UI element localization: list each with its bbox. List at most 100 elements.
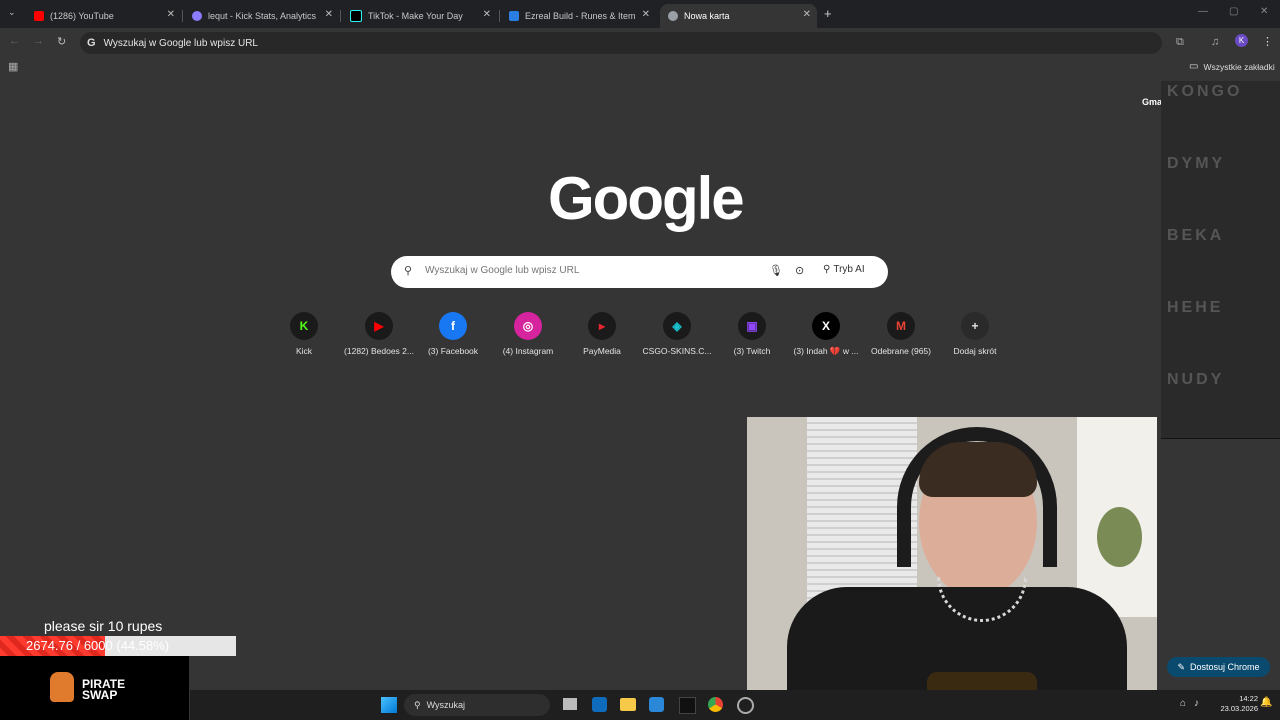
search-box: ⚲ 🎙 ⊙ ⚲ Tryb AI — [391, 256, 888, 288]
meme-caption: BEKA — [1167, 227, 1225, 244]
donation-progress-bar: 2674.76 / 6000 (44.58%) — [0, 636, 236, 656]
all-bookmarks-label: Wszystkie zakładki — [1203, 61, 1275, 72]
shortcut-label: (4) Instagram — [502, 346, 554, 356]
gmail-icon: M — [887, 312, 915, 340]
file-explorer-icon[interactable] — [620, 698, 636, 711]
browser-toolbar: ← → ↻ G Wyszukaj w Google lub wpisz URL … — [0, 28, 1280, 58]
tab-separator — [340, 10, 341, 22]
microphone-icon[interactable]: 🎙 — [769, 264, 783, 277]
profile-avatar[interactable]: K — [1235, 34, 1248, 47]
webcam-feed — [747, 417, 1157, 720]
tab-title: lequt - Kick Stats, Analytics and — [208, 11, 318, 21]
paymedia-icon: ▸ — [588, 312, 616, 340]
network-icon[interactable]: ⌂ — [1180, 698, 1186, 709]
new-tab-button[interactable]: + — [824, 6, 832, 21]
shortcut-tile[interactable]: ◎ (4) Instagram — [488, 312, 568, 356]
media-controls-icon[interactable]: ♫ — [1211, 36, 1219, 48]
maximize-button[interactable]: ▢ — [1229, 6, 1238, 17]
facebook-icon: f — [439, 312, 467, 340]
close-tab-icon[interactable]: ✕ — [642, 9, 650, 20]
shortcut-label: (3) Facebook — [427, 346, 479, 356]
shortcut-tile[interactable]: + Dodaj skrót — [935, 312, 1015, 356]
address-text: Wyszukaj w Google lub wpisz URL — [103, 37, 258, 49]
tab-title: Nowa karta — [684, 11, 730, 21]
meme-image: HEHE — [1161, 297, 1280, 370]
close-tab-icon[interactable]: ✕ — [803, 9, 811, 20]
tab-kick-stats[interactable]: lequt - Kick Stats, Analytics and ✕ — [184, 4, 339, 28]
search-input[interactable] — [423, 264, 727, 277]
shortcut-tile[interactable]: ▶ (1282) Bedoes 2... — [339, 312, 419, 356]
forward-button[interactable]: → — [33, 35, 44, 47]
shortcut-label: (3) Twitch — [733, 346, 771, 356]
shortcut-label: CSGO-SKINS.C... — [642, 346, 712, 356]
tab-tiktok[interactable]: TikTok - Make Your Day ✕ — [342, 4, 497, 28]
back-button[interactable]: ← — [9, 35, 20, 47]
taskbar-search[interactable]: ⚲ Wyszukaj — [404, 694, 550, 716]
tab-youtube[interactable]: (1286) YouTube ✕ — [26, 4, 181, 28]
close-tab-icon[interactable]: ✕ — [483, 9, 491, 20]
plant — [1097, 507, 1142, 567]
meme-sidebar: KONGO DYMY BEKA HEHE NUDY — [1161, 81, 1280, 439]
shortcut-tile[interactable]: M Odebrane (965) — [861, 312, 941, 356]
tab-new-tab[interactable]: Nowa karta ✕ — [660, 4, 817, 28]
volume-icon[interactable]: ♪ — [1194, 698, 1199, 709]
add-icon: + — [961, 312, 989, 340]
tab-separator — [499, 10, 500, 22]
shortcut-tile[interactable]: ◈ CSGO-SKINS.C... — [637, 312, 717, 356]
customize-chrome-button[interactable]: ✎ Dostosuj Chrome — [1167, 657, 1270, 677]
meme-caption: HEHE — [1167, 299, 1224, 316]
twitch-icon: ▣ — [738, 312, 766, 340]
close-tab-icon[interactable]: ✕ — [167, 9, 175, 20]
shortcut-tile[interactable]: f (3) Facebook — [413, 312, 493, 356]
tab-strip: ⌄ (1286) YouTube ✕ lequt - Kick Stats, A… — [0, 0, 1280, 28]
build-favicon-icon — [509, 11, 519, 21]
apps-grid-icon[interactable]: ▦ — [8, 60, 18, 73]
stats-favicon-icon — [192, 11, 202, 21]
notification-icon[interactable]: 🔔 — [1260, 697, 1272, 708]
reload-button[interactable]: ↻ — [57, 35, 66, 48]
minimize-button[interactable]: — — [1198, 6, 1208, 17]
tab-title: Ezreal Build - Runes & Items Pa — [525, 11, 635, 21]
ai-search-icon: ⚲ — [823, 264, 831, 275]
close-tab-icon[interactable]: ✕ — [325, 9, 333, 20]
shortcut-tile[interactable]: ▸ PayMedia — [562, 312, 642, 356]
meme-caption: NUDY — [1167, 371, 1225, 388]
shortcut-label: (1282) Bedoes 2... — [344, 346, 414, 356]
address-bar[interactable]: G Wyszukaj w Google lub wpisz URL — [80, 32, 1162, 54]
search-icon: ⚲ — [404, 265, 413, 277]
task-view-icon[interactable] — [563, 698, 577, 710]
tab-ezreal-build[interactable]: Ezreal Build - Runes & Items Pa ✕ — [501, 4, 656, 28]
ai-mode-button[interactable]: ⚲ Tryb AI — [823, 264, 865, 275]
store-icon[interactable] — [649, 697, 664, 712]
meme-image: DYMY — [1161, 153, 1280, 226]
all-bookmarks-button[interactable]: ▭ Wszystkie zakładki — [1189, 61, 1275, 72]
google-g-icon: G — [87, 37, 96, 49]
obs-app-icon[interactable] — [679, 697, 696, 714]
clock[interactable]: 14:22 23.03.2026 — [1210, 694, 1258, 714]
app-icon[interactable] — [737, 697, 754, 714]
chrome-taskbar-icon[interactable] — [708, 697, 723, 712]
shortcut-label: Kick — [295, 346, 313, 356]
shortcut-tile[interactable]: X (3) Indah 💔 w ... — [786, 312, 866, 357]
lens-icon[interactable]: ⊙ — [795, 264, 804, 277]
tab-search-button[interactable]: ⌄ — [8, 7, 16, 18]
instagram-icon: ◎ — [514, 312, 542, 340]
folder-icon: ▭ — [1189, 61, 1199, 72]
chrome-menu-icon[interactable]: ⋮ — [1262, 35, 1273, 48]
taskbar-search-label: Wyszukaj — [426, 700, 466, 710]
extensions-icon[interactable]: ⧉ — [1176, 36, 1184, 49]
shortcut-label: (3) Indah 💔 w ... — [793, 346, 859, 356]
outlook-icon[interactable] — [592, 697, 607, 712]
streamer-hair — [919, 442, 1037, 497]
pirate-swap-banner: PIRATE SWAP — [0, 656, 189, 720]
meme-image: BEKA — [1161, 225, 1280, 298]
clock-time: 14:22 — [1239, 694, 1258, 703]
tiktok-favicon-icon — [350, 10, 362, 22]
customize-label: Dostosuj Chrome — [1190, 662, 1260, 672]
pirate-swap-brand: PIRATE SWAP — [82, 677, 126, 702]
shortcut-label: Odebrane (965) — [870, 346, 931, 356]
shortcut-tile[interactable]: ▣ (3) Twitch — [712, 312, 792, 356]
start-button[interactable] — [381, 697, 397, 713]
shortcut-tile[interactable]: K Kick — [264, 312, 344, 356]
close-window-button[interactable]: ✕ — [1260, 6, 1268, 17]
